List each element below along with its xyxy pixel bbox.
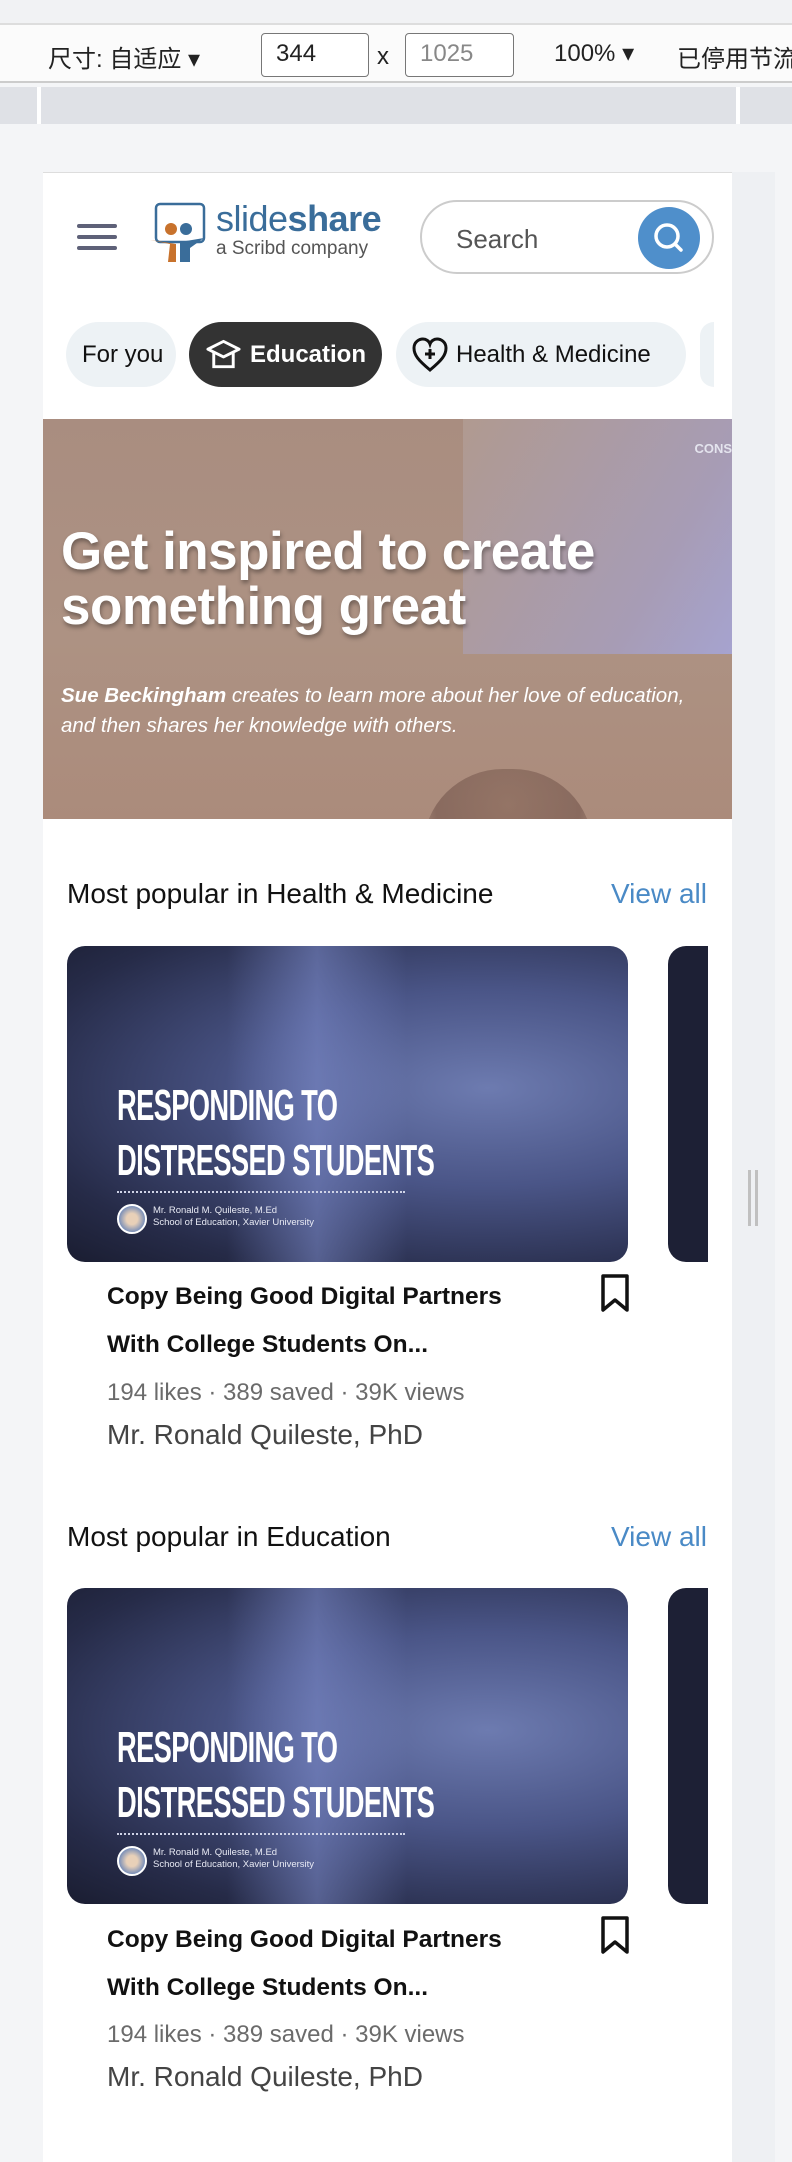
thumbnail-author: Mr. Ronald M. Quileste, M.Ed: [153, 1205, 278, 1216]
viewport-resize-gutter: [732, 172, 775, 2162]
zoom-dropdown[interactable]: 100% ▾: [554, 39, 634, 68]
card-thumbnail[interactable]: RESPONDING TO DISTRESSED STUDENTS Mr. Ro…: [67, 1588, 628, 1904]
thumbnail-divider: [117, 1191, 405, 1193]
view-all-link[interactable]: View all: [611, 1521, 707, 1553]
chip-label: Health & Medicine: [456, 340, 651, 368]
ruler-divider: [37, 87, 41, 124]
devtools-top-gap: [0, 0, 792, 23]
card-title[interactable]: Copy Being Good Digital Partners With Col…: [107, 1916, 567, 2012]
thumbnail-avatar: [117, 1204, 147, 1234]
resize-handle[interactable]: [748, 1170, 758, 1226]
thumbnail-divider: [117, 1833, 405, 1835]
card-title-line: Copy Being Good Digital Partners: [107, 1283, 502, 1310]
card-stats: 194 likes · 389 saved · 39K views: [107, 2021, 465, 2048]
search-input[interactable]: Search: [456, 224, 538, 255]
card-title-line: With College Students On...: [107, 1331, 429, 1358]
thumbnail-title: RESPONDING TO: [117, 1723, 338, 1772]
bookmark-icon[interactable]: [600, 1273, 630, 1313]
hero-banner[interactable]: CONS Get inspired to create something gr…: [43, 419, 732, 819]
hero-subtitle: Sue Beckingham creates to learn more abo…: [61, 681, 721, 741]
slideshare-logo[interactable]: slideshare a Scribd company: [150, 198, 390, 264]
devtools-ruler: [0, 87, 792, 124]
card-title-line: Copy Being Good Digital Partners: [107, 1926, 502, 1953]
card-stats: 194 likes · 389 saved · 39K views: [107, 1379, 465, 1406]
thumbnail-title: RESPONDING TO: [117, 1081, 338, 1130]
logo-text: slide: [216, 198, 288, 239]
thumbnail-title: DISTRESSED STUDENTS: [117, 1778, 435, 1827]
thumbnail-byline: Mr. Ronald M. Quileste, M.Ed School of Ed…: [153, 1847, 314, 1871]
hero-corner-text: CONS: [694, 441, 732, 456]
devtools-toolbar: 尺寸: 自适应 ▾ 344 x 1025 100% ▾ 已停用节流: [0, 23, 792, 83]
throttle-dropdown[interactable]: 已停用节流: [677, 39, 792, 74]
thumbnail-school: School of Education, Xavier University: [153, 1859, 315, 1870]
search-button[interactable]: [638, 207, 700, 269]
search-bar[interactable]: Search: [420, 200, 714, 274]
hero-creator-name: Sue Beckingham: [61, 684, 227, 707]
next-card-thumbnail[interactable]: [668, 1588, 708, 1904]
hero-background-person: [423, 769, 593, 819]
width-input[interactable]: 344: [261, 33, 369, 77]
hamburger-menu-icon[interactable]: [77, 224, 117, 250]
height-input[interactable]: 1025: [405, 33, 514, 77]
thumbnail-byline: Mr. Ronald M. Quileste, M.Ed School of Ed…: [153, 1205, 314, 1229]
next-card-thumbnail[interactable]: [668, 946, 708, 1262]
thumbnail-title: DISTRESSED STUDENTS: [117, 1136, 435, 1185]
bookmark-icon[interactable]: [600, 1915, 630, 1955]
thumbnail-author: Mr. Ronald M. Quileste, M.Ed: [153, 1847, 278, 1858]
chip-health-medicine[interactable]: Health & Medicine: [396, 322, 686, 387]
zoom-label: 100%: [554, 40, 616, 67]
slideshare-logo-icon: [150, 202, 206, 262]
card-thumbnail[interactable]: RESPONDING TO DISTRESSED STUDENTS Mr. Ro…: [67, 946, 628, 1262]
caret-down-icon: ▾: [188, 46, 201, 73]
card-title-line: With College Students On...: [107, 1974, 429, 2001]
thumbnail-school: School of Education, Xavier University: [153, 1217, 315, 1228]
logo-subtitle: a Scribd company: [216, 238, 369, 259]
card-title[interactable]: Copy Being Good Digital Partners With Col…: [107, 1273, 567, 1369]
caret-down-icon: ▾: [622, 40, 635, 67]
card-author[interactable]: Mr. Ronald Quileste, PhD: [107, 2061, 423, 2093]
ruler-divider: [736, 87, 740, 124]
chip-for-you[interactable]: For you: [66, 322, 176, 387]
section-title: Most popular in Education: [67, 1521, 391, 1552]
dimensions-dropdown[interactable]: 尺寸: 自适应 ▾: [48, 39, 200, 74]
chip-label: For you: [82, 340, 164, 368]
heart-plus-icon: [412, 336, 448, 372]
graduation-cap-icon: [206, 339, 241, 368]
section-title: Most popular in Health & Medicine: [67, 878, 494, 909]
chip-label: Education: [249, 340, 366, 368]
logo-text-bold: share: [287, 198, 382, 239]
search-icon: [654, 223, 683, 252]
chip-next[interactable]: [700, 322, 714, 387]
view-all-link[interactable]: View all: [611, 878, 707, 910]
times-label: x: [377, 43, 389, 70]
dimensions-label: 尺寸: 自适应: [48, 46, 182, 73]
card-author[interactable]: Mr. Ronald Quileste, PhD: [107, 1419, 423, 1451]
thumbnail-avatar: [117, 1846, 147, 1876]
hero-title: Get inspired to create something great: [61, 522, 595, 636]
chip-education[interactable]: Education: [189, 322, 382, 387]
